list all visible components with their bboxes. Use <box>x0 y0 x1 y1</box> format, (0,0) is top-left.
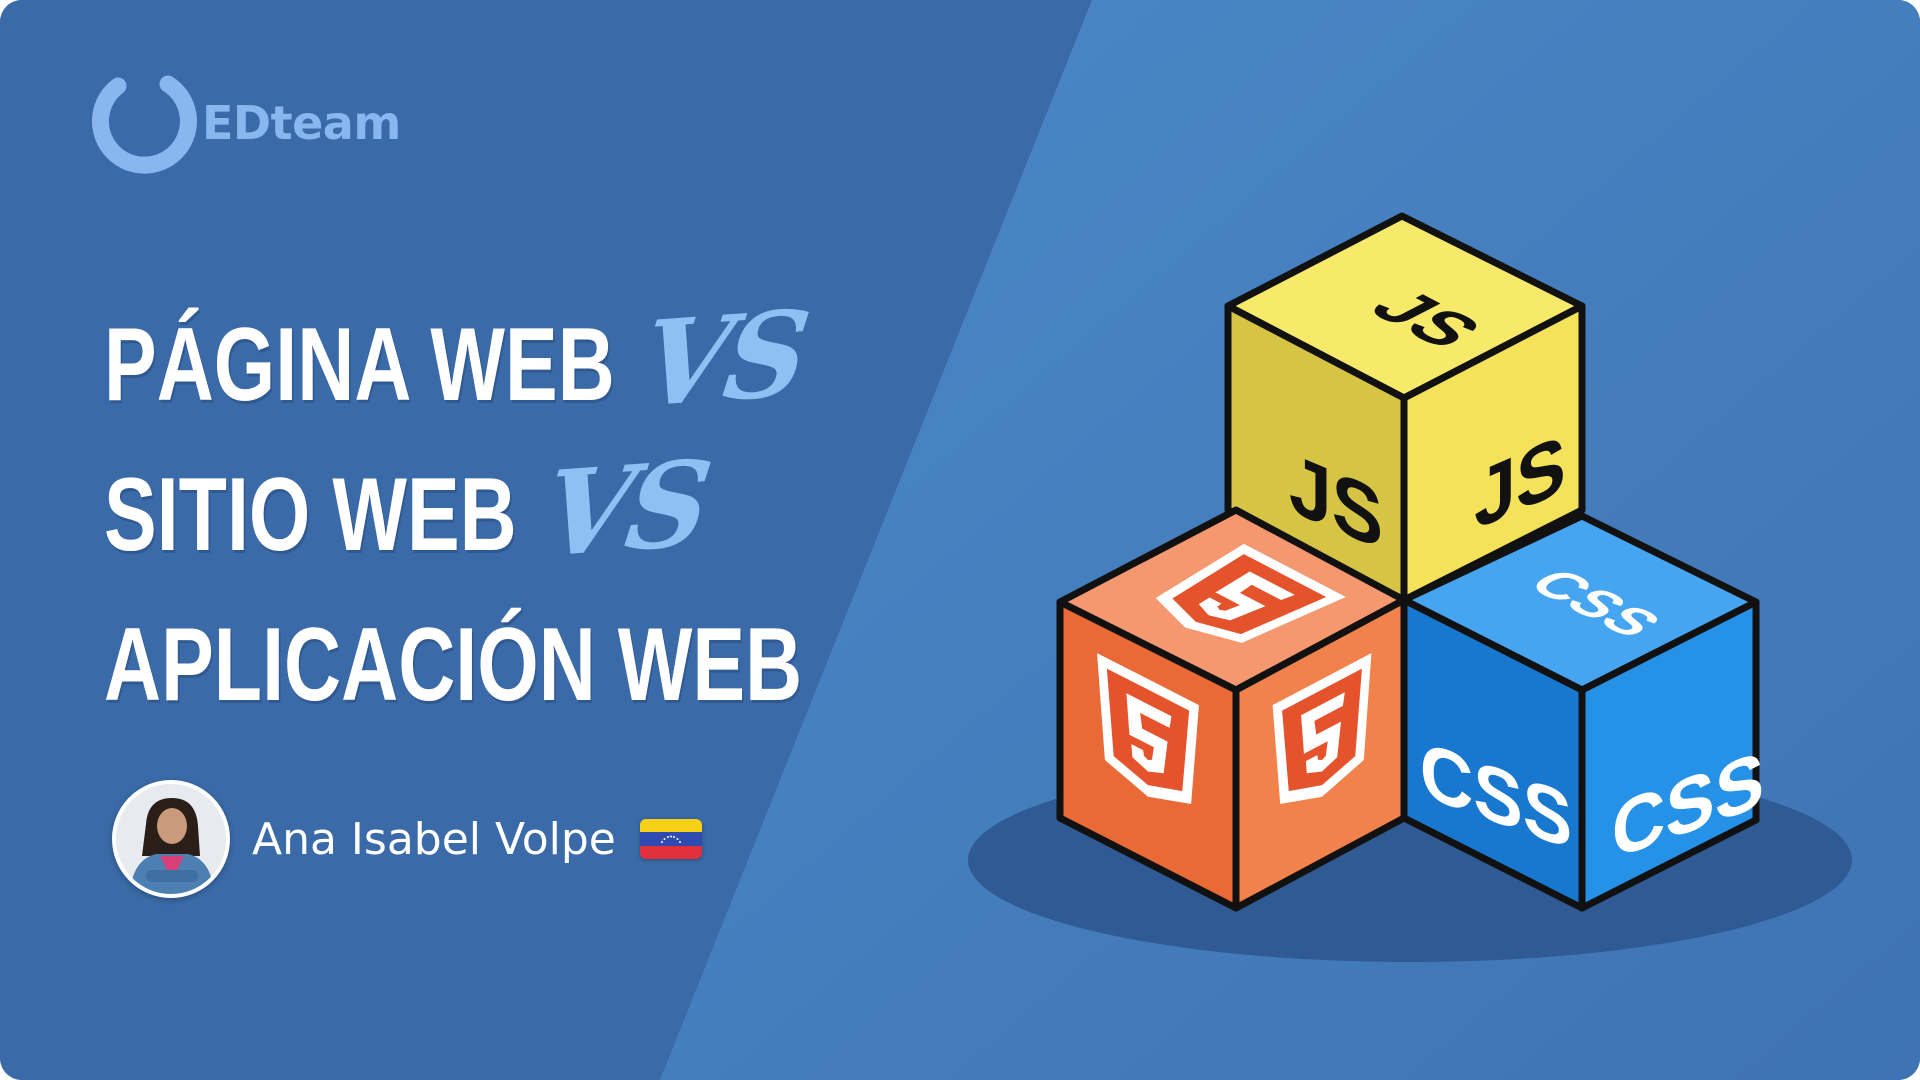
thumbnail-canvas: EDteam PÁGINA WEB VS SITIO WEB VS APLICA… <box>0 0 1920 1080</box>
cubes-illustration: JS JS JS CSS CSS CSS <box>968 212 1852 962</box>
